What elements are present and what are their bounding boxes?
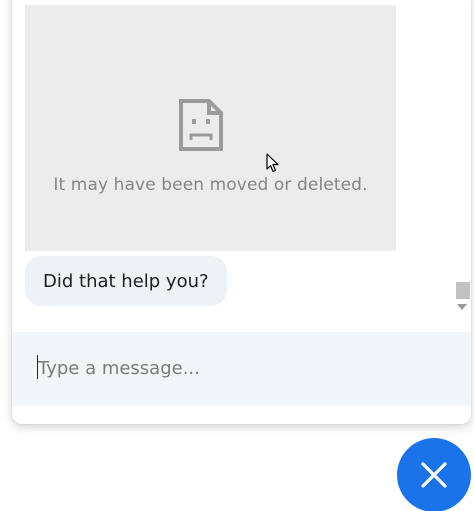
message-scrollbar[interactable] [453,0,470,320]
close-chat-button[interactable] [397,438,471,511]
scroll-down-arrow-icon[interactable] [457,304,467,310]
message-list: It may have been moved or deleted. Did t… [12,0,471,320]
mouse-pointer-icon [266,153,279,173]
scrollbar-thumb[interactable] [456,282,470,299]
message-composer [12,332,471,406]
bot-message-text: Did that help you? [43,270,209,292]
message-input[interactable] [36,346,458,390]
chat-window: It may have been moved or deleted. Did t… [12,0,471,424]
bot-message-bubble: Did that help you? [25,256,227,306]
broken-image-placeholder: It may have been moved or deleted. [25,5,396,251]
broken-image-message: It may have been moved or deleted. [53,175,368,195]
broken-page-icon [179,99,223,151]
page: It may have been moved or deleted. Did t… [0,0,474,511]
close-icon [421,462,447,488]
